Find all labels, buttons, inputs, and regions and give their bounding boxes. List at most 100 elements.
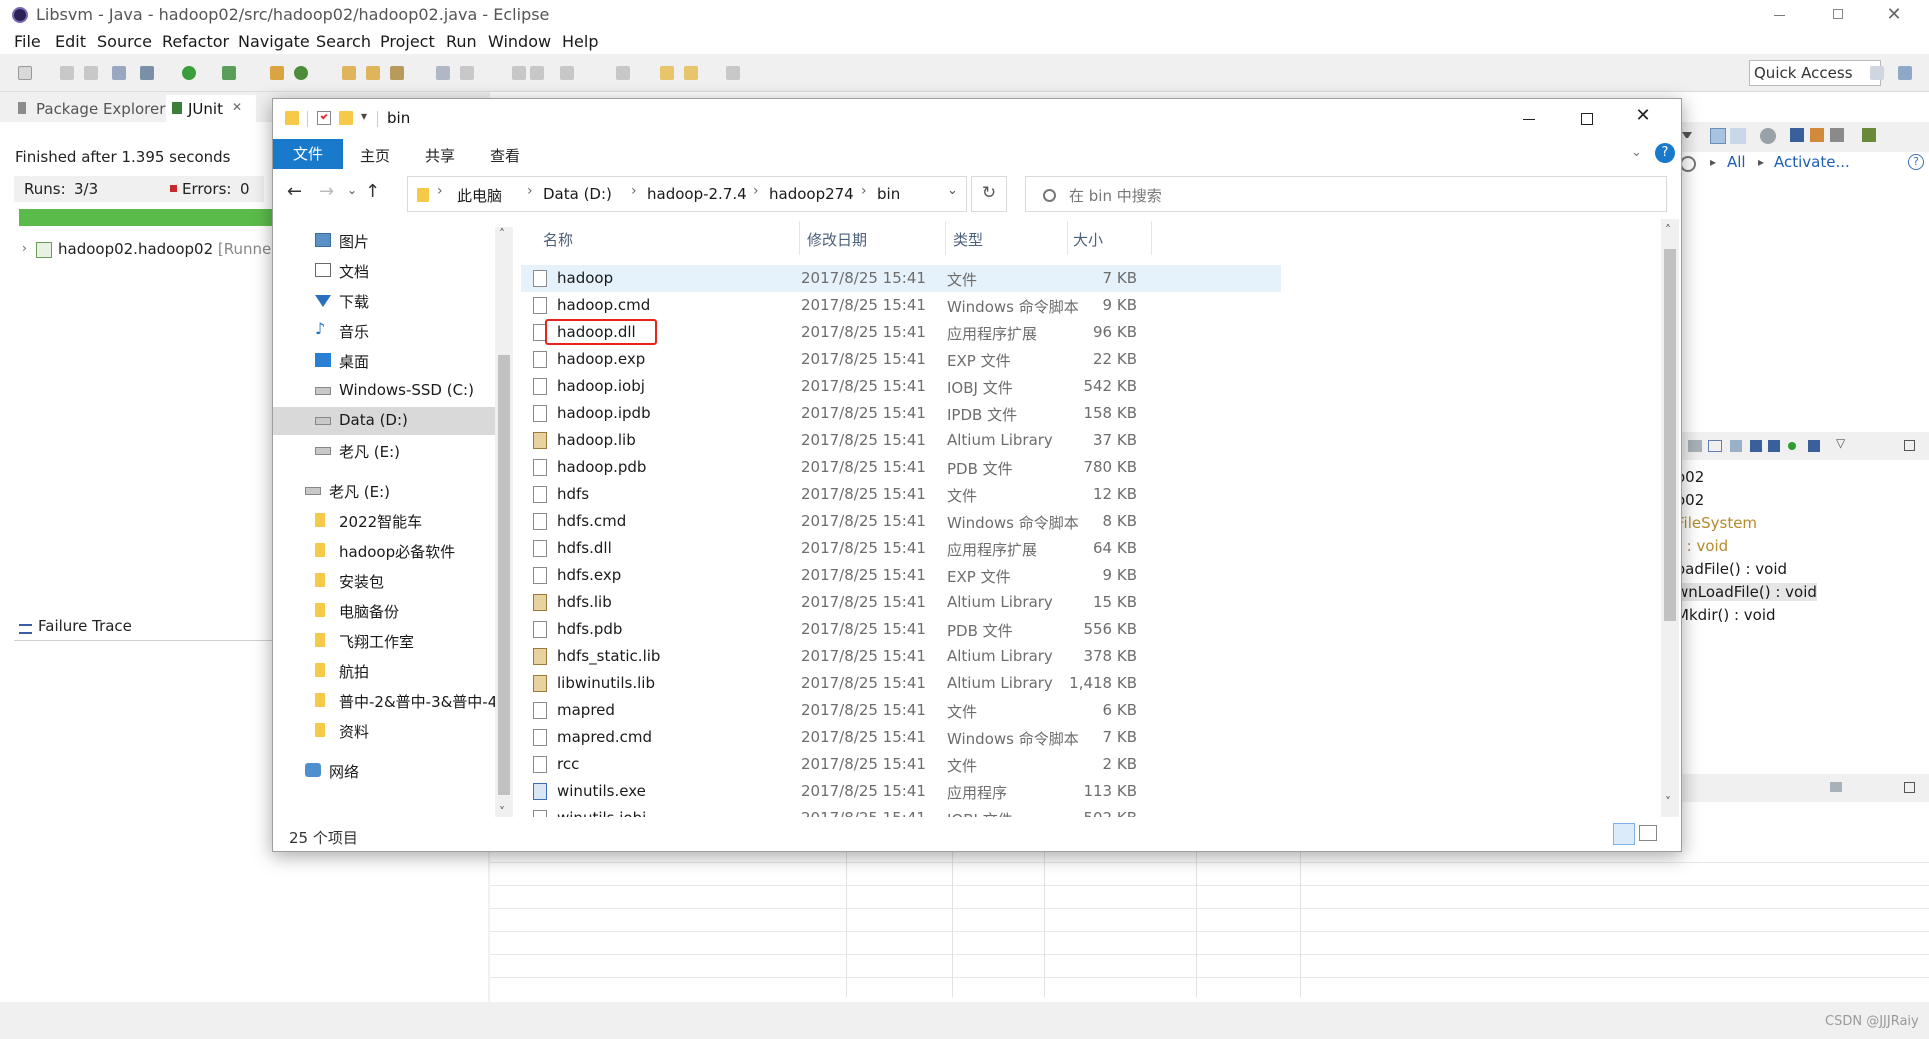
menu-search[interactable]: Search [316,32,371,51]
nav-item-drive-e-root[interactable]: 老凡 (E:) [273,477,495,505]
file-row[interactable]: hdfs_static.lib 2017/8/25 15:41 Altium Lib… [521,643,1281,670]
open-type-icon[interactable] [342,66,356,80]
nav-back-icon[interactable]: ← [287,181,302,202]
scroll-down-icon[interactable]: ˅ [1665,795,1671,809]
file-row[interactable]: hadoop 2017/8/25 15:41 文件 7 KB [521,265,1281,292]
file-row[interactable]: hdfs 2017/8/25 15:41 文件 12 KB [521,481,1281,508]
search-icon[interactable] [390,66,404,80]
ribbon-tab-file[interactable]: 文件 [273,139,343,169]
file-row[interactable]: hdfs.cmd 2017/8/25 15:41 Windows 命令脚本 8 KB [521,508,1281,535]
scroll-thumb[interactable] [1664,249,1676,621]
last-edit-icon[interactable] [560,66,574,80]
nav-item-folder[interactable]: 飞翔工作室 [273,627,495,655]
scroll-thumb[interactable] [498,355,510,795]
scroll-up-icon[interactable]: ˄ [499,227,505,241]
hide-static-icon[interactable] [1790,128,1804,142]
coverage-icon[interactable] [222,66,236,80]
bottom-view-icon[interactable] [1830,782,1842,792]
nav-item-folder[interactable]: 安装包 [273,567,495,595]
restore-button[interactable] [1828,6,1848,24]
file-row[interactable]: winutils.exe 2017/8/25 15:41 应用程序 113 KB [521,778,1281,805]
large-icons-view-button[interactable] [1639,825,1657,841]
file-row[interactable]: hdfs.lib 2017/8/25 15:41 Altium Library 15 … [521,589,1281,616]
outline-collapse-icon[interactable] [1708,440,1722,452]
menu-run[interactable]: Run [446,32,477,51]
collapse-all-icon[interactable] [1710,128,1726,144]
navigation-scrollbar[interactable]: ˄ ˅ [495,227,513,825]
menu-help[interactable]: Help [562,32,598,51]
ribbon-expand-chevron-icon[interactable]: ⌄ [1631,145,1642,160]
new-java-package-icon[interactable] [270,66,284,80]
tab-junit[interactable]: JUnit [188,100,223,118]
new-icon[interactable] [18,66,32,80]
file-row[interactable]: mapred 2017/8/25 15:41 文件 6 KB [521,697,1281,724]
menu-edit[interactable]: Edit [55,32,86,51]
nav-item-music[interactable]: ♪ 音乐 [273,317,495,345]
nav-item-drive-c[interactable]: Windows-SSD (C:) [273,377,495,405]
column-header-name[interactable]: 名称 [543,229,573,250]
file-row[interactable]: hdfs.dll 2017/8/25 15:41 应用程序扩展 64 KB [521,535,1281,562]
file-row[interactable]: hadoop.iobj 2017/8/25 15:41 IOBJ 文件 542 KB [521,373,1281,400]
quick-access-field[interactable]: Quick Access [1749,60,1881,86]
address-dropdown-chevron-icon[interactable]: ⌄ [947,183,958,198]
menu-window[interactable]: Window [488,32,551,51]
outline-menu-chevron-icon[interactable]: ▽ [1836,436,1845,450]
nav-item-documents[interactable]: 文档 [273,257,495,285]
outline-public-icon[interactable] [1788,442,1796,450]
nav-item-folder[interactable]: 普中-2&普中-3&普中-4 [273,687,495,715]
next-annotation-icon[interactable] [512,66,526,80]
file-row[interactable]: hadoop.pdb 2017/8/25 15:41 PDB 文件 780 KB [521,454,1281,481]
save-all-icon[interactable] [84,66,98,80]
task-activate-link[interactable]: Activate... [1774,153,1850,171]
column-header-type[interactable]: 类型 [953,229,983,250]
sort-icon[interactable] [1730,128,1746,144]
nav-item-folder[interactable]: 2022智能车 [273,507,495,535]
hide-nonpublic-icon[interactable] [1810,128,1824,142]
link-editor-icon[interactable] [1830,128,1844,142]
file-row[interactable]: hadoop.cmd 2017/8/25 15:41 Windows 命令脚本 9 K… [521,292,1281,319]
nav-item-drive-e[interactable]: 老凡 (E:) [273,437,495,465]
menu-project[interactable]: Project [380,32,435,51]
column-header-size[interactable]: 大小 [1073,229,1103,250]
toggle-mark-icon[interactable] [460,66,474,80]
recent-locations-chevron-icon[interactable]: ⌄ [347,183,357,197]
run-icon[interactable] [182,66,196,80]
nav-up-icon[interactable]: ↑ [365,181,380,202]
properties-icon[interactable] [317,111,331,125]
new-java-class-icon[interactable] [294,66,308,80]
details-view-button[interactable] [1613,823,1635,845]
ribbon-tab-view[interactable]: 查看 [490,145,520,166]
skip-breakpoints-icon[interactable] [112,66,126,80]
outline-more-icon[interactable] [1808,440,1820,452]
breadcrumb-hadoop274[interactable]: hadoop274 [769,185,854,203]
debug-icon[interactable] [140,66,154,80]
file-row[interactable]: hadoop.lib 2017/8/25 15:41 Altium Library 3… [521,427,1281,454]
task-filter-all[interactable]: All [1727,153,1746,171]
new-folder-icon[interactable] [339,111,353,125]
close-button[interactable]: ✕ [1884,4,1904,25]
junit-tree-item[interactable]: hadoop02.hadoop02 [Runner [58,240,277,258]
scroll-up-icon[interactable]: ˄ [1665,223,1671,237]
outline-search-icon[interactable] [1680,156,1696,172]
breadcrumb-drive-d[interactable]: Data (D:) [543,185,612,203]
menu-file[interactable]: File [14,32,41,51]
column-header-date[interactable]: 修改日期 [807,229,867,250]
nav-item-downloads[interactable]: 下载 [273,287,495,315]
file-row[interactable]: libwinutils.lib 2017/8/25 15:41 Altium Lib… [521,670,1281,697]
nav-item-folder[interactable]: 资料 [273,717,495,745]
bottom-view-maximize-icon[interactable] [1904,782,1915,793]
file-row[interactable]: hadoop.exp 2017/8/25 15:41 EXP 文件 22 KB [521,346,1281,373]
open-perspective-icon[interactable] [1870,66,1884,80]
file-list-scrollbar[interactable]: ˄ ˅ [1661,219,1679,817]
close-junit-icon[interactable]: ✕ [232,100,242,114]
minimize-button[interactable] [1770,6,1790,24]
ribbon-tab-home[interactable]: 主页 [360,145,390,166]
outline-item[interactable]: oadFile() : void [1676,560,1787,578]
outline-item-selected[interactable]: wnLoadFile() : void [1676,583,1817,601]
menu-source[interactable]: Source [97,32,152,51]
explorer-minimize-button[interactable] [1517,107,1541,131]
java-perspective-icon[interactable] [1898,66,1912,80]
history-back-icon[interactable] [684,66,698,80]
open-task-icon[interactable] [366,66,380,80]
back-icon[interactable] [660,66,674,80]
